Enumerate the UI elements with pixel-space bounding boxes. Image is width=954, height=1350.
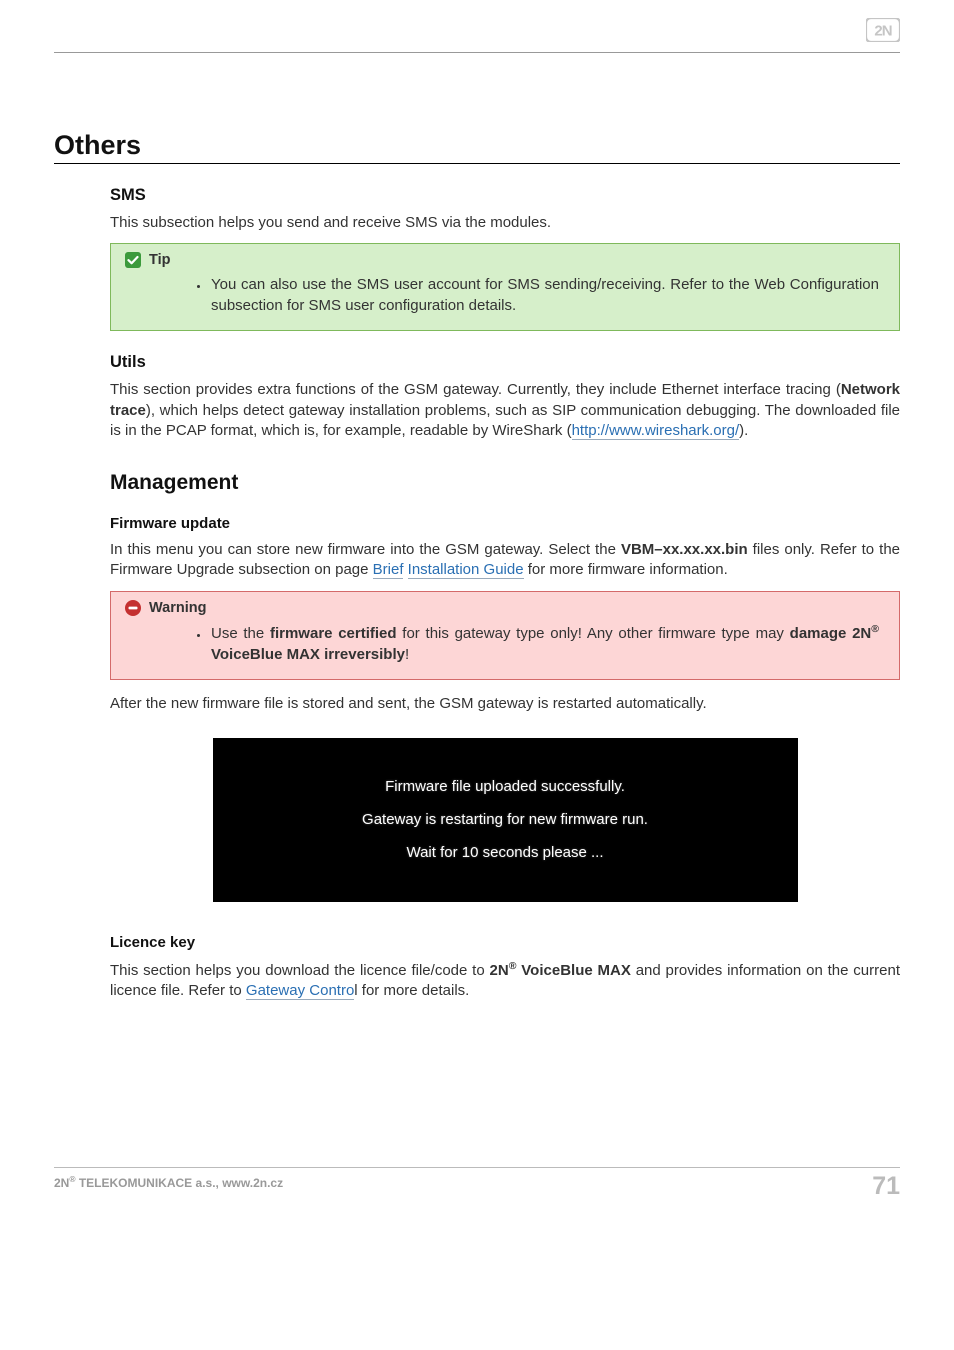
firmware-update-paragraph-2: After the new firmware file is stored an…: [110, 694, 900, 714]
firmware-update-paragraph-1: In this menu you can store new firmware …: [110, 540, 900, 581]
svg-text:2N: 2N: [874, 23, 891, 40]
dialog-line-2: Gateway is restarting for new firmware r…: [213, 811, 798, 828]
wireshark-link[interactable]: http://www.wireshark.org/: [572, 422, 740, 440]
brief-guide-link-1[interactable]: Brief: [373, 561, 404, 579]
brief-guide-link-2[interactable]: Installation Guide: [408, 561, 524, 579]
dialog-line-1: Firmware file uploaded successfully.: [213, 778, 798, 795]
dialog-line-3: Wait for 10 seconds please ...: [213, 844, 798, 861]
firmware-update-heading: Firmware update: [110, 515, 900, 532]
licence-key-heading: Licence key: [110, 934, 900, 951]
brand-logo: 2N: [866, 18, 900, 42]
utils-paragraph: This section provides extra functions of…: [110, 380, 900, 441]
footer-divider: [54, 1167, 900, 1168]
page-title: Others: [54, 130, 900, 164]
footer-company: 2N® TELEKOMUNIKACE a.s., www.2n.cz: [54, 1174, 283, 1190]
sms-heading: SMS: [110, 186, 900, 205]
tip-text: You can also use the SMS user account fo…: [209, 274, 885, 316]
management-heading: Management: [110, 471, 900, 495]
gateway-control-link[interactable]: Gateway Contro: [246, 982, 354, 1000]
licence-key-paragraph: This section helps you download the lice…: [110, 959, 900, 1002]
page-number: 71: [872, 1174, 900, 1199]
minus-circle-icon: [125, 600, 141, 616]
firmware-upload-dialog: Firmware file uploaded successfully. Gat…: [213, 738, 798, 902]
warning-callout: Warning Use the firmware certified for t…: [110, 591, 900, 680]
warning-label: Warning: [149, 600, 206, 616]
warning-text: Use the firmware certified for this gate…: [209, 622, 885, 665]
tip-label: Tip: [149, 252, 170, 268]
sms-intro: This subsection helps you send and recei…: [110, 213, 900, 233]
tip-callout: Tip You can also use the SMS user accoun…: [110, 243, 900, 331]
check-icon: [125, 252, 141, 268]
header-divider: [54, 52, 900, 53]
utils-heading: Utils: [110, 353, 900, 372]
